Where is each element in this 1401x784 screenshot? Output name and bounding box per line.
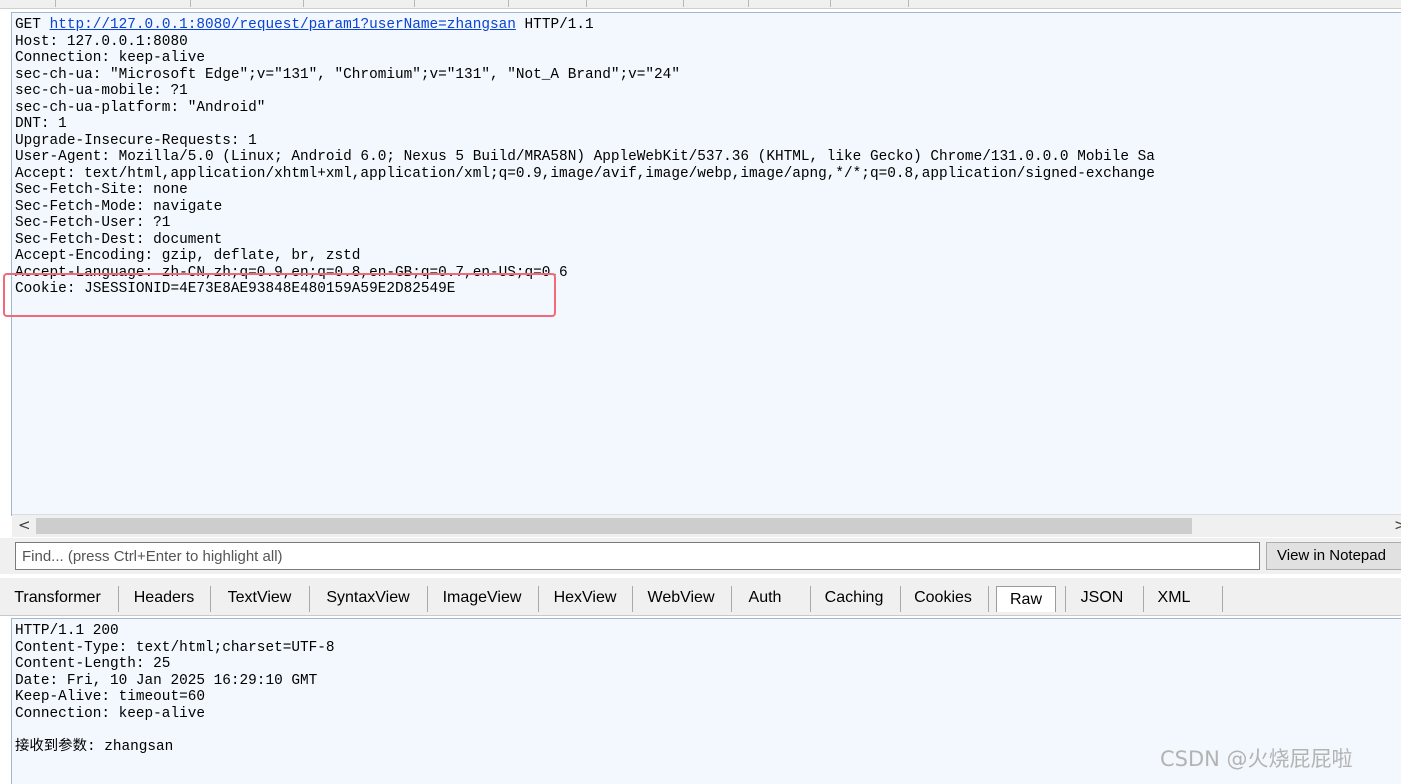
header-line: Host: 127.0.0.1:8080 (15, 33, 188, 50)
tab-raw[interactable]: Raw (996, 586, 1056, 612)
header-line: User-Agent: Mozilla/5.0 (Linux; Android … (15, 149, 1155, 165)
csdn-watermark: CSDN @火烧屁屁啦 (1160, 747, 1353, 771)
tab-separator (309, 586, 310, 612)
header-line: Sec-Fetch-Dest: document (15, 231, 223, 248)
response-header-line: Content-Length: 25 (15, 656, 171, 672)
response-header-line: Content-Type: text/html;charset=UTF-8 (15, 639, 335, 656)
find-bar: View in Notepad (0, 538, 1401, 574)
header-line: Connection: keep-alive (15, 50, 205, 66)
request-raw-pane[interactable]: GET http://127.0.0.1:8080/request/param1… (11, 12, 1401, 516)
tab-separator (731, 586, 732, 612)
tab-divider (830, 0, 831, 7)
header-line: Upgrade-Insecure-Requests: 1 (15, 132, 257, 149)
tab-divider (303, 0, 304, 7)
header-line: sec-ch-ua-mobile: ?1 (15, 83, 188, 99)
header-line: Accept-Encoding: gzip, deflate, br, zstd (15, 248, 361, 264)
tab-divider (190, 0, 191, 7)
header-line: Accept: text/html,application/xhtml+xml,… (15, 165, 1155, 182)
tab-separator (118, 586, 119, 612)
tab-json[interactable]: JSON (1067, 584, 1137, 612)
tab-auth[interactable]: Auth (733, 584, 797, 612)
request-protocol: HTTP/1.1 (524, 17, 594, 33)
tab-separator (427, 586, 428, 612)
request-method: GET (15, 17, 41, 33)
tab-caching[interactable]: Caching (812, 584, 896, 612)
tab-separator (900, 586, 901, 612)
find-input[interactable] (15, 542, 1260, 570)
tab-cookies[interactable]: Cookies (902, 584, 984, 612)
scrollbar-thumb[interactable] (36, 518, 1192, 534)
tab-divider (586, 0, 587, 7)
tab-webview[interactable]: WebView (634, 584, 728, 612)
top-tab-strip (0, 0, 1401, 9)
tab-separator (988, 586, 989, 612)
tab-imageview[interactable]: ImageView (429, 584, 535, 612)
scroll-left-arrow-icon[interactable]: < (18, 516, 31, 534)
tab-separator (538, 586, 539, 612)
tab-divider (414, 0, 415, 7)
header-line: Sec-Fetch-Site: none (15, 182, 188, 198)
tab-separator (1222, 586, 1223, 612)
response-status-line: HTTP/1.1 200 (15, 623, 119, 639)
tab-divider (748, 0, 749, 7)
tab-separator (210, 586, 211, 612)
tab-separator (810, 586, 811, 612)
tab-divider (908, 0, 909, 7)
request-url-link[interactable]: http://127.0.0.1:8080/request/param1?use… (50, 17, 516, 33)
horizontal-scrollbar[interactable]: < > (12, 514, 1401, 537)
response-header-line: Date: Fri, 10 Jan 2025 16:29:10 GMT (15, 672, 318, 689)
tab-syntaxview[interactable]: SyntaxView (311, 584, 425, 612)
tab-headers[interactable]: Headers (120, 584, 208, 612)
tab-transformer[interactable]: Transformer (6, 584, 109, 612)
tab-separator (1143, 586, 1144, 612)
tab-divider (508, 0, 509, 7)
request-line: GET http://127.0.0.1:8080/request/param1… (15, 17, 1401, 34)
scroll-right-arrow-icon[interactable]: > (1394, 516, 1401, 534)
request-text: GET http://127.0.0.1:8080/request/param1… (12, 13, 1401, 298)
tab-textview[interactable]: TextView (212, 584, 307, 612)
view-in-notepad-button[interactable]: View in Notepad (1266, 542, 1401, 570)
response-header-line: Keep-Alive: timeout=60 (15, 689, 205, 705)
header-line: sec-ch-ua-platform: "Android" (15, 99, 266, 116)
response-header-line: Connection: keep-alive (15, 705, 205, 722)
tab-separator (1065, 586, 1066, 612)
header-line: sec-ch-ua: "Microsoft Edge";v="131", "Ch… (15, 66, 680, 83)
tab-divider (683, 0, 684, 7)
response-text: HTTP/1.1 200 Content-Type: text/html;char… (12, 619, 1401, 755)
tab-hexview[interactable]: HexView (540, 584, 630, 612)
tab-xml[interactable]: XML (1145, 584, 1203, 612)
response-inspector-tabs: Transformer Headers TextView SyntaxView … (0, 578, 1401, 616)
cookie-highlight-box (3, 273, 556, 317)
tab-separator (632, 586, 633, 612)
header-line: Sec-Fetch-Mode: navigate (15, 198, 223, 215)
tab-divider (55, 0, 56, 7)
header-line: DNT: 1 (15, 116, 67, 132)
header-line: Sec-Fetch-User: ?1 (15, 215, 171, 231)
